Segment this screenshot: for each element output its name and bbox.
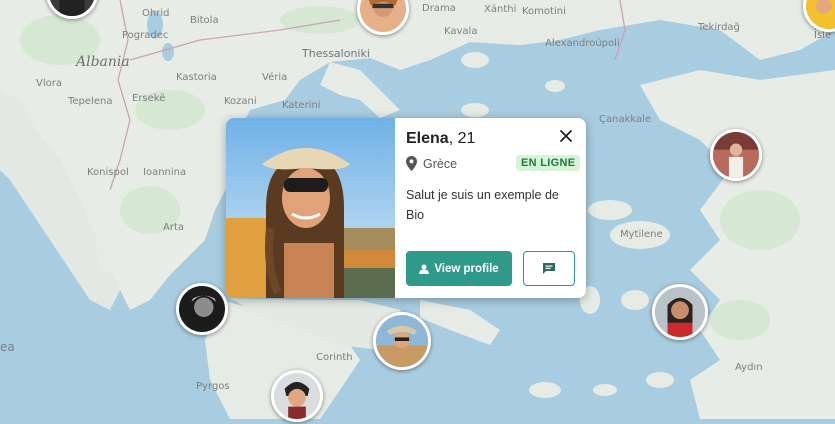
map-label-arta: Arta bbox=[163, 222, 185, 233]
marker-user-selected-elena[interactable] bbox=[373, 312, 431, 370]
map-label-canakkale: Çanakkale bbox=[599, 114, 652, 125]
map-label-veria: Véria bbox=[262, 72, 288, 83]
map-label-katerini: Katerini bbox=[282, 100, 321, 111]
location-pin-icon bbox=[406, 156, 417, 171]
profile-card-body: Elena, 21 Grèce EN LIGNE Salut je suis u… bbox=[406, 118, 581, 298]
map-label-kozani: Kozani bbox=[224, 96, 257, 107]
profile-name: Elena bbox=[406, 130, 449, 147]
close-icon bbox=[560, 130, 572, 142]
avatar-photo bbox=[179, 286, 225, 332]
avatar-photo bbox=[655, 287, 705, 337]
map-label-pyrgos: Pyrgos bbox=[196, 381, 230, 392]
map-label-tekirdag: Tekirdağ bbox=[698, 22, 740, 33]
map-label-erseke: Ersekë bbox=[132, 93, 166, 104]
map-label-drama: Drama bbox=[422, 3, 456, 14]
map-label-komotini: Komotini bbox=[522, 6, 566, 17]
profile-popup-card: Elena, 21 Grèce EN LIGNE Salut je suis u… bbox=[226, 118, 586, 298]
map-label-vlora: Vlora bbox=[36, 78, 62, 89]
map-label-alexandroupoli: Alexandroúpoli bbox=[545, 38, 620, 49]
map-label-konispol: Konispol bbox=[87, 167, 129, 178]
map-label-mytilene: Mytilene bbox=[620, 229, 663, 240]
map-label-corinth: Corinth bbox=[316, 352, 353, 363]
map-label-ohrid: Ohrid bbox=[142, 8, 170, 19]
avatar-photo bbox=[713, 132, 759, 178]
chat-bubble-icon bbox=[543, 263, 555, 274]
map-label-sea: ea bbox=[0, 340, 15, 354]
avatar-photo bbox=[274, 373, 320, 419]
marker-user-southeast[interactable] bbox=[652, 284, 708, 340]
marker-user-southwest[interactable] bbox=[271, 370, 323, 422]
map-label-kavala: Kavala bbox=[444, 26, 478, 37]
view-profile-button[interactable]: View profile bbox=[406, 251, 512, 286]
online-status-badge: EN LIGNE bbox=[516, 155, 581, 171]
profile-name-age: Elena, 21 bbox=[406, 130, 475, 148]
map-label-bitola: Bitola bbox=[190, 15, 219, 26]
map-label-pogradec: Pogradec bbox=[122, 30, 169, 41]
map-label-ioannina: Ioannina bbox=[143, 167, 187, 178]
profile-age: , 21 bbox=[448, 130, 476, 147]
marker-user-west[interactable] bbox=[176, 283, 228, 335]
close-button[interactable] bbox=[556, 126, 576, 146]
profile-bio: Salut je suis un exemple de Bio bbox=[406, 188, 559, 222]
avatar-photo bbox=[376, 315, 428, 367]
avatar-photo bbox=[360, 0, 406, 32]
profile-location: Grèce bbox=[406, 156, 457, 171]
user-icon bbox=[419, 264, 430, 274]
view-profile-label: View profile bbox=[434, 262, 499, 275]
avatar-photo bbox=[806, 0, 835, 29]
marker-user-east[interactable] bbox=[710, 129, 762, 181]
map-label-thessaloniki: Thessaloniki bbox=[302, 47, 370, 60]
message-button[interactable] bbox=[523, 251, 575, 286]
map-label-aydin: Aydın bbox=[735, 362, 763, 373]
profile-photo-image bbox=[226, 118, 395, 298]
map-label-kastoria: Kastoria bbox=[176, 72, 217, 83]
map-label-xanthi: Xánthi bbox=[484, 4, 517, 15]
map-label-tepelena: Tepelena bbox=[68, 96, 113, 107]
profile-location-text: Grèce bbox=[423, 156, 458, 171]
profile-photo[interactable] bbox=[226, 118, 395, 298]
map-label-albania: Albania bbox=[76, 54, 130, 70]
